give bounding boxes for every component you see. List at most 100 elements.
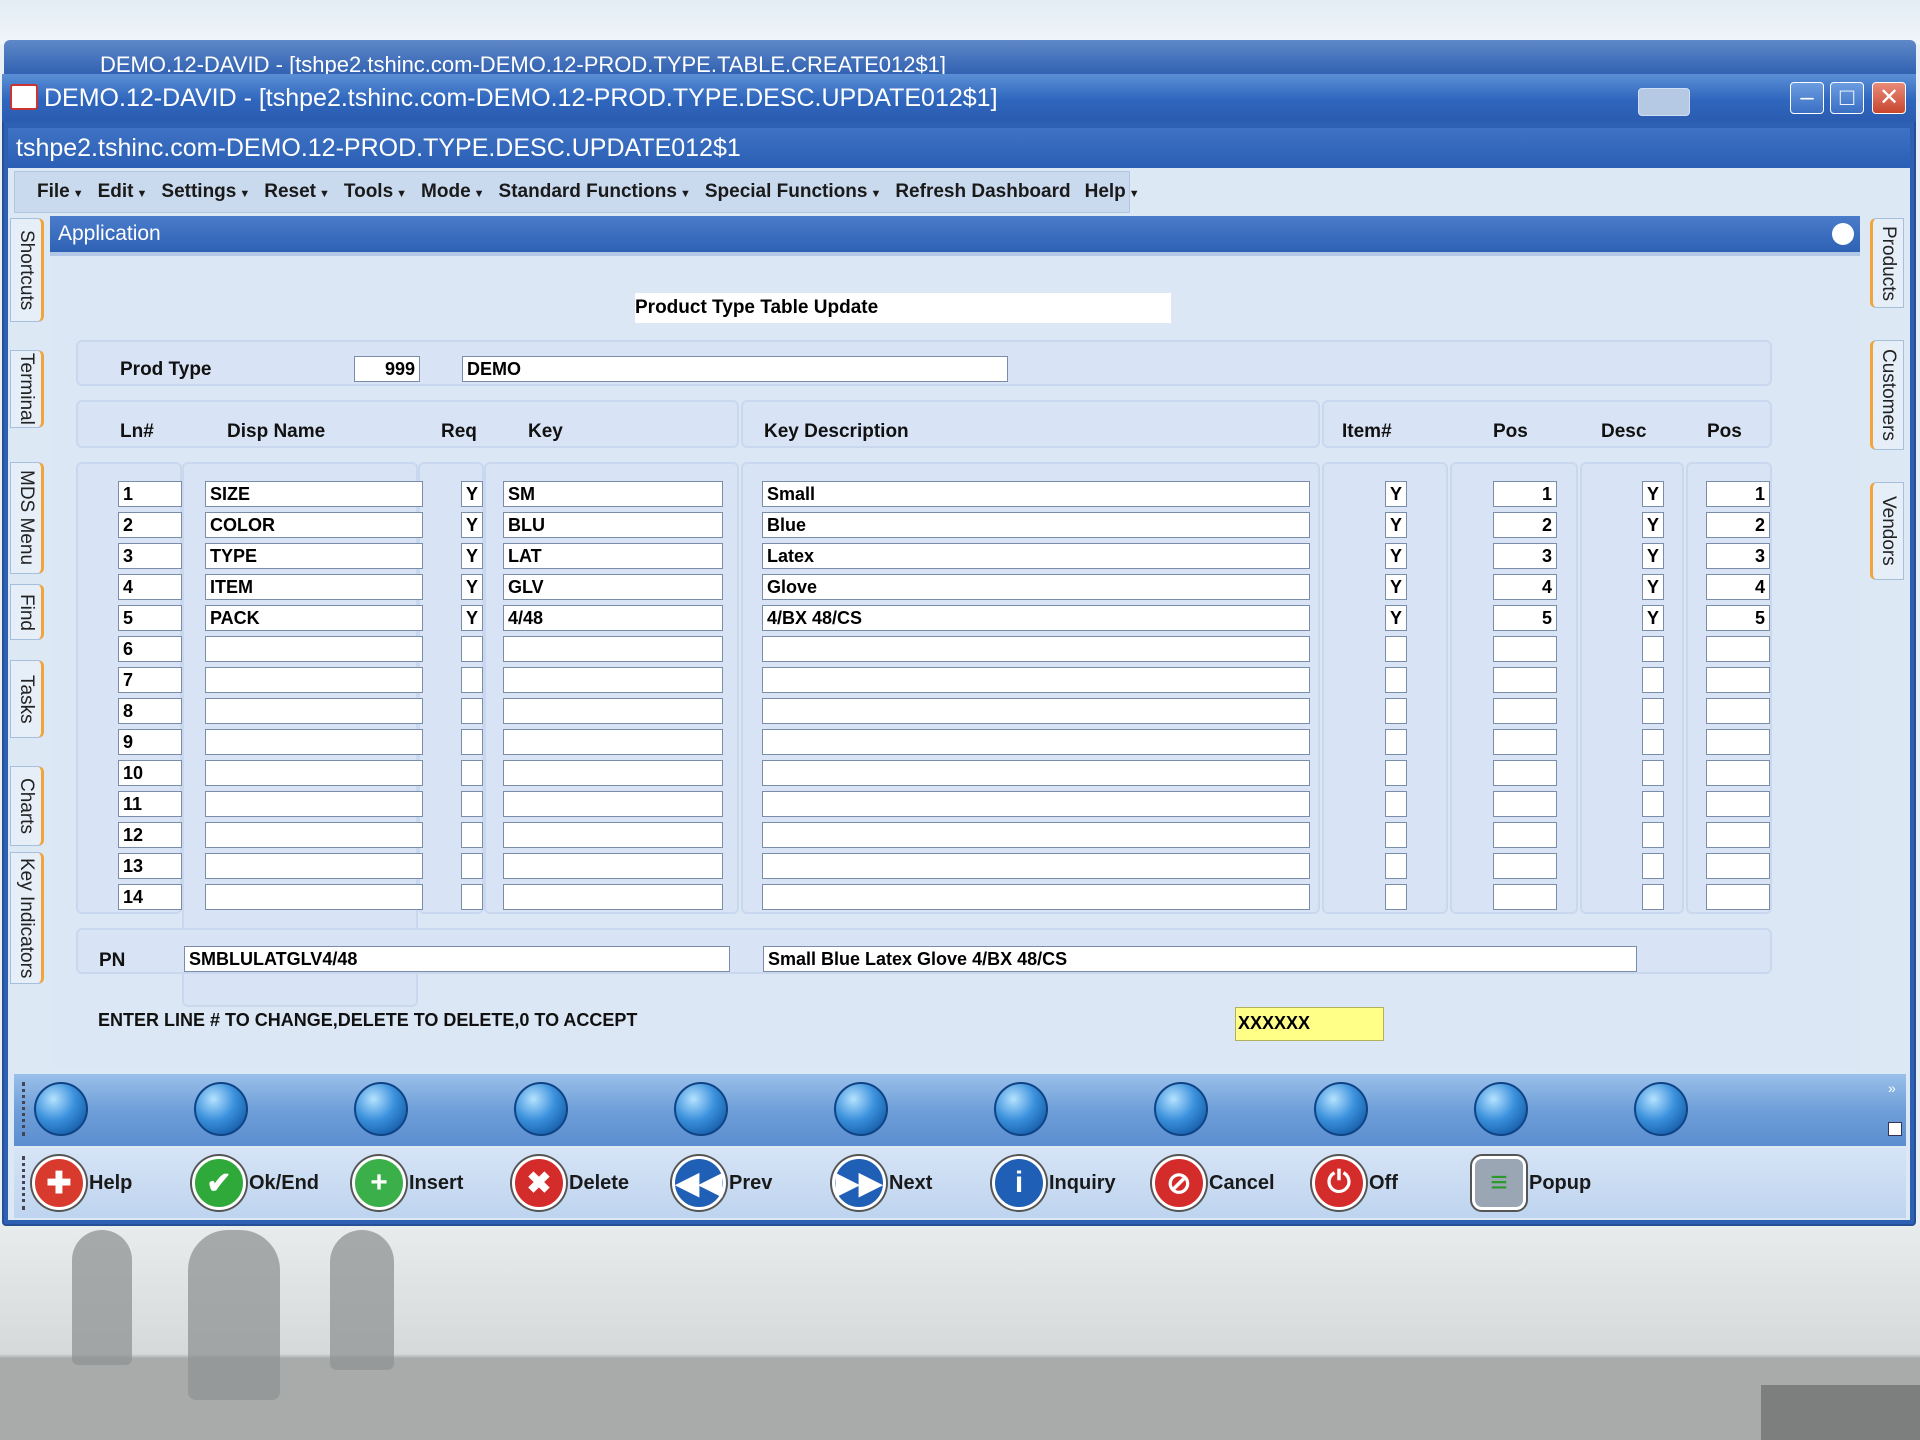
menu-special-functions[interactable]: Special Functions ▼ — [705, 181, 881, 203]
item-flag-input[interactable] — [1385, 667, 1407, 693]
pos-input[interactable] — [1493, 667, 1557, 693]
menu-standard-functions[interactable]: Standard Functions ▼ — [499, 181, 691, 203]
item-flag-input[interactable]: Y — [1385, 543, 1407, 569]
menu-settings[interactable]: Settings ▼ — [161, 181, 250, 203]
key-description-input[interactable] — [762, 698, 1310, 724]
disp-name-input[interactable] — [205, 760, 423, 786]
desc-flag-input[interactable] — [1642, 729, 1664, 755]
req-input[interactable]: Y — [461, 574, 483, 600]
line-number[interactable]: 5 — [118, 605, 182, 631]
menu-refresh-dashboard[interactable]: Refresh Dashboard — [895, 181, 1070, 203]
line-number[interactable]: 7 — [118, 667, 182, 693]
key-input[interactable] — [503, 884, 723, 910]
pos2-input[interactable] — [1706, 636, 1770, 662]
key-input[interactable] — [503, 636, 723, 662]
minimize-button[interactable]: – — [1790, 82, 1824, 114]
prod-type-input[interactable]: 999 — [354, 356, 420, 382]
prev-button[interactable]: ◀◀ Prev — [672, 1154, 772, 1212]
key-description-input[interactable] — [762, 791, 1310, 817]
req-input[interactable]: Y — [461, 543, 483, 569]
function-key-globe-icon[interactable] — [354, 1082, 408, 1136]
side-tab-find[interactable]: Find — [10, 584, 44, 640]
item-flag-input[interactable]: Y — [1385, 574, 1407, 600]
side-tab-products[interactable]: Products — [1870, 218, 1904, 308]
key-input[interactable]: BLU — [503, 512, 723, 538]
maximize-button[interactable]: □ — [1830, 82, 1864, 114]
req-input[interactable]: Y — [461, 512, 483, 538]
item-flag-input[interactable] — [1385, 760, 1407, 786]
menu-file[interactable]: File ▼ — [37, 181, 84, 203]
insert-button[interactable]: + Insert — [352, 1154, 463, 1212]
pn-description[interactable]: Small Blue Latex Glove 4/BX 48/CS — [763, 946, 1637, 972]
key-input[interactable] — [503, 822, 723, 848]
desc-flag-input[interactable]: Y — [1642, 605, 1664, 631]
function-key-globe-icon[interactable] — [194, 1082, 248, 1136]
item-flag-input[interactable] — [1385, 822, 1407, 848]
req-input[interactable] — [461, 884, 483, 910]
line-number[interactable]: 13 — [118, 853, 182, 879]
line-number[interactable]: 1 — [118, 481, 182, 507]
menu-mode[interactable]: Mode ▼ — [421, 181, 485, 203]
item-flag-input[interactable]: Y — [1385, 512, 1407, 538]
disp-name-input[interactable]: TYPE — [205, 543, 423, 569]
function-key-globe-icon[interactable] — [674, 1082, 728, 1136]
desc-flag-input[interactable] — [1642, 636, 1664, 662]
desc-flag-input[interactable] — [1642, 667, 1664, 693]
line-number[interactable]: 10 — [118, 760, 182, 786]
pn-input[interactable]: SMBLULATGLV4/48 — [184, 946, 730, 972]
key-description-input[interactable] — [762, 760, 1310, 786]
key-input[interactable] — [503, 698, 723, 724]
desc-flag-input[interactable] — [1642, 853, 1664, 879]
pos-input[interactable]: 5 — [1493, 605, 1557, 631]
disp-name-input[interactable] — [205, 822, 423, 848]
pos2-input[interactable] — [1706, 698, 1770, 724]
pos2-input[interactable]: 1 — [1706, 481, 1770, 507]
ok-end-button[interactable]: ✔ Ok/End — [192, 1154, 319, 1212]
key-input[interactable] — [503, 791, 723, 817]
pos-input[interactable]: 3 — [1493, 543, 1557, 569]
line-number[interactable]: 12 — [118, 822, 182, 848]
pos2-input[interactable]: 3 — [1706, 543, 1770, 569]
req-input[interactable] — [461, 698, 483, 724]
key-description-input[interactable]: Small — [762, 481, 1310, 507]
toolbar-grip[interactable] — [22, 1082, 26, 1136]
desc-flag-input[interactable] — [1642, 884, 1664, 910]
desc-flag-input[interactable] — [1642, 791, 1664, 817]
key-input[interactable]: GLV — [503, 574, 723, 600]
req-input[interactable] — [461, 667, 483, 693]
key-input[interactable]: 4/48 — [503, 605, 723, 631]
key-description-input[interactable] — [762, 667, 1310, 693]
side-tab-terminal[interactable]: Terminal — [10, 350, 44, 428]
disp-name-input[interactable] — [205, 853, 423, 879]
line-number[interactable]: 2 — [118, 512, 182, 538]
menu-reset[interactable]: Reset ▼ — [264, 181, 330, 203]
disp-name-input[interactable] — [205, 698, 423, 724]
key-input[interactable]: SM — [503, 481, 723, 507]
item-flag-input[interactable] — [1385, 729, 1407, 755]
item-flag-input[interactable]: Y — [1385, 481, 1407, 507]
close-button[interactable]: ✕ — [1872, 82, 1906, 114]
function-key-globe-icon[interactable] — [994, 1082, 1048, 1136]
side-tab-customers[interactable]: Customers — [1870, 340, 1904, 450]
pos-input[interactable] — [1493, 822, 1557, 848]
disp-name-input[interactable]: ITEM — [205, 574, 423, 600]
popup-button[interactable]: ≡ Popup — [1472, 1154, 1591, 1212]
restore-mini-icon[interactable] — [1638, 88, 1690, 116]
req-input[interactable] — [461, 853, 483, 879]
side-tab-charts[interactable]: Charts — [10, 766, 44, 846]
line-number[interactable]: 14 — [118, 884, 182, 910]
item-flag-input[interactable]: Y — [1385, 605, 1407, 631]
next-button[interactable]: ▶▶ Next — [832, 1154, 932, 1212]
menu-tools[interactable]: Tools ▼ — [344, 181, 407, 203]
req-input[interactable] — [461, 822, 483, 848]
line-number[interactable]: 4 — [118, 574, 182, 600]
pos-input[interactable]: 4 — [1493, 574, 1557, 600]
function-key-globe-icon[interactable] — [34, 1082, 88, 1136]
disp-name-input[interactable] — [205, 791, 423, 817]
line-number[interactable]: 11 — [118, 791, 182, 817]
pos-input[interactable] — [1493, 853, 1557, 879]
help-button[interactable]: ✚ Help — [32, 1154, 132, 1212]
disp-name-input[interactable]: COLOR — [205, 512, 423, 538]
function-key-globe-icon[interactable] — [1314, 1082, 1368, 1136]
function-key-globe-icon[interactable] — [1154, 1082, 1208, 1136]
